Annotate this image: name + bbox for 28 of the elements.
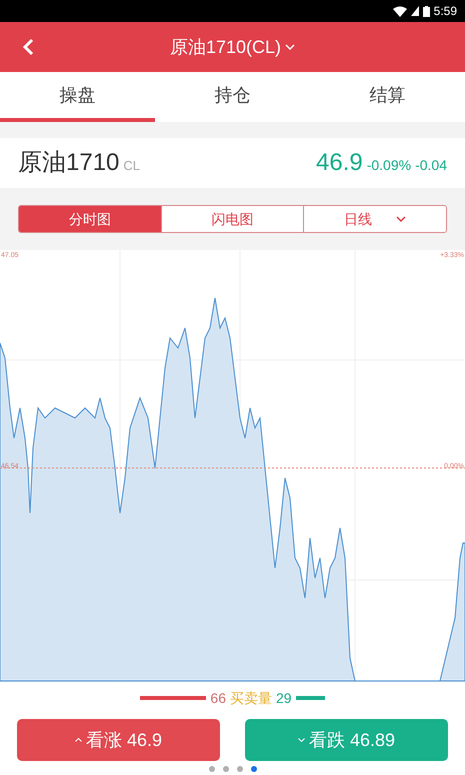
chart-tab[interactable]: 日线: [303, 206, 446, 232]
page-title[interactable]: 原油1710(CL): [170, 34, 282, 60]
tab[interactable]: 结算: [310, 72, 465, 122]
chevron-down-icon[interactable]: [285, 44, 296, 50]
change-amount: -0.04: [415, 156, 447, 175]
signal-icon: [410, 6, 419, 16]
change-percent: -0.09%: [366, 156, 412, 175]
battery-icon: [422, 6, 430, 16]
chart-tab[interactable]: 闪电图: [160, 206, 304, 232]
last-price: 46.9: [316, 148, 363, 178]
chevron-down-icon: [396, 216, 406, 222]
volume-label: 买卖量: [230, 688, 272, 708]
caret-up-icon: [74, 738, 82, 742]
tab[interactable]: 操盘: [0, 72, 155, 122]
clock-time: 5:59: [434, 3, 457, 20]
wifi-icon: [392, 6, 407, 16]
chart-tab[interactable]: 分时图: [19, 206, 161, 232]
contract-name: 原油1710: [18, 148, 120, 178]
sell-volume: 29: [276, 688, 292, 708]
buy-down-button[interactable]: 看跌 46.89: [245, 719, 448, 761]
buy-up-button[interactable]: 看涨 46.9: [17, 719, 220, 761]
buy-volume-bar: [140, 696, 206, 700]
caret-down-icon: [298, 738, 305, 742]
buy-volume: 66: [210, 688, 226, 708]
back-icon[interactable]: [22, 38, 34, 56]
tab[interactable]: 持仓: [155, 72, 310, 122]
contract-code: CL: [123, 157, 140, 175]
sell-volume-bar: [296, 696, 325, 700]
